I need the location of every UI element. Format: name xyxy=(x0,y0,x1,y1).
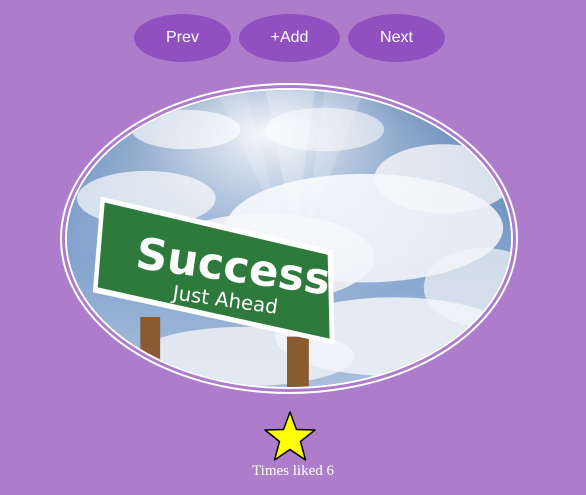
slideshow-image: Success Just Ahead xyxy=(65,88,513,389)
likes-count-label: Times liked 6 xyxy=(252,463,334,479)
nav-bar: Prev +Add Next xyxy=(0,14,586,62)
next-button[interactable]: Next xyxy=(348,14,445,62)
image-frame: Success Just Ahead xyxy=(60,83,518,394)
like-section: Times liked 6 xyxy=(0,410,586,490)
add-button[interactable]: +Add xyxy=(239,14,340,62)
star-icon[interactable] xyxy=(262,410,318,463)
prev-button[interactable]: Prev xyxy=(134,14,231,62)
